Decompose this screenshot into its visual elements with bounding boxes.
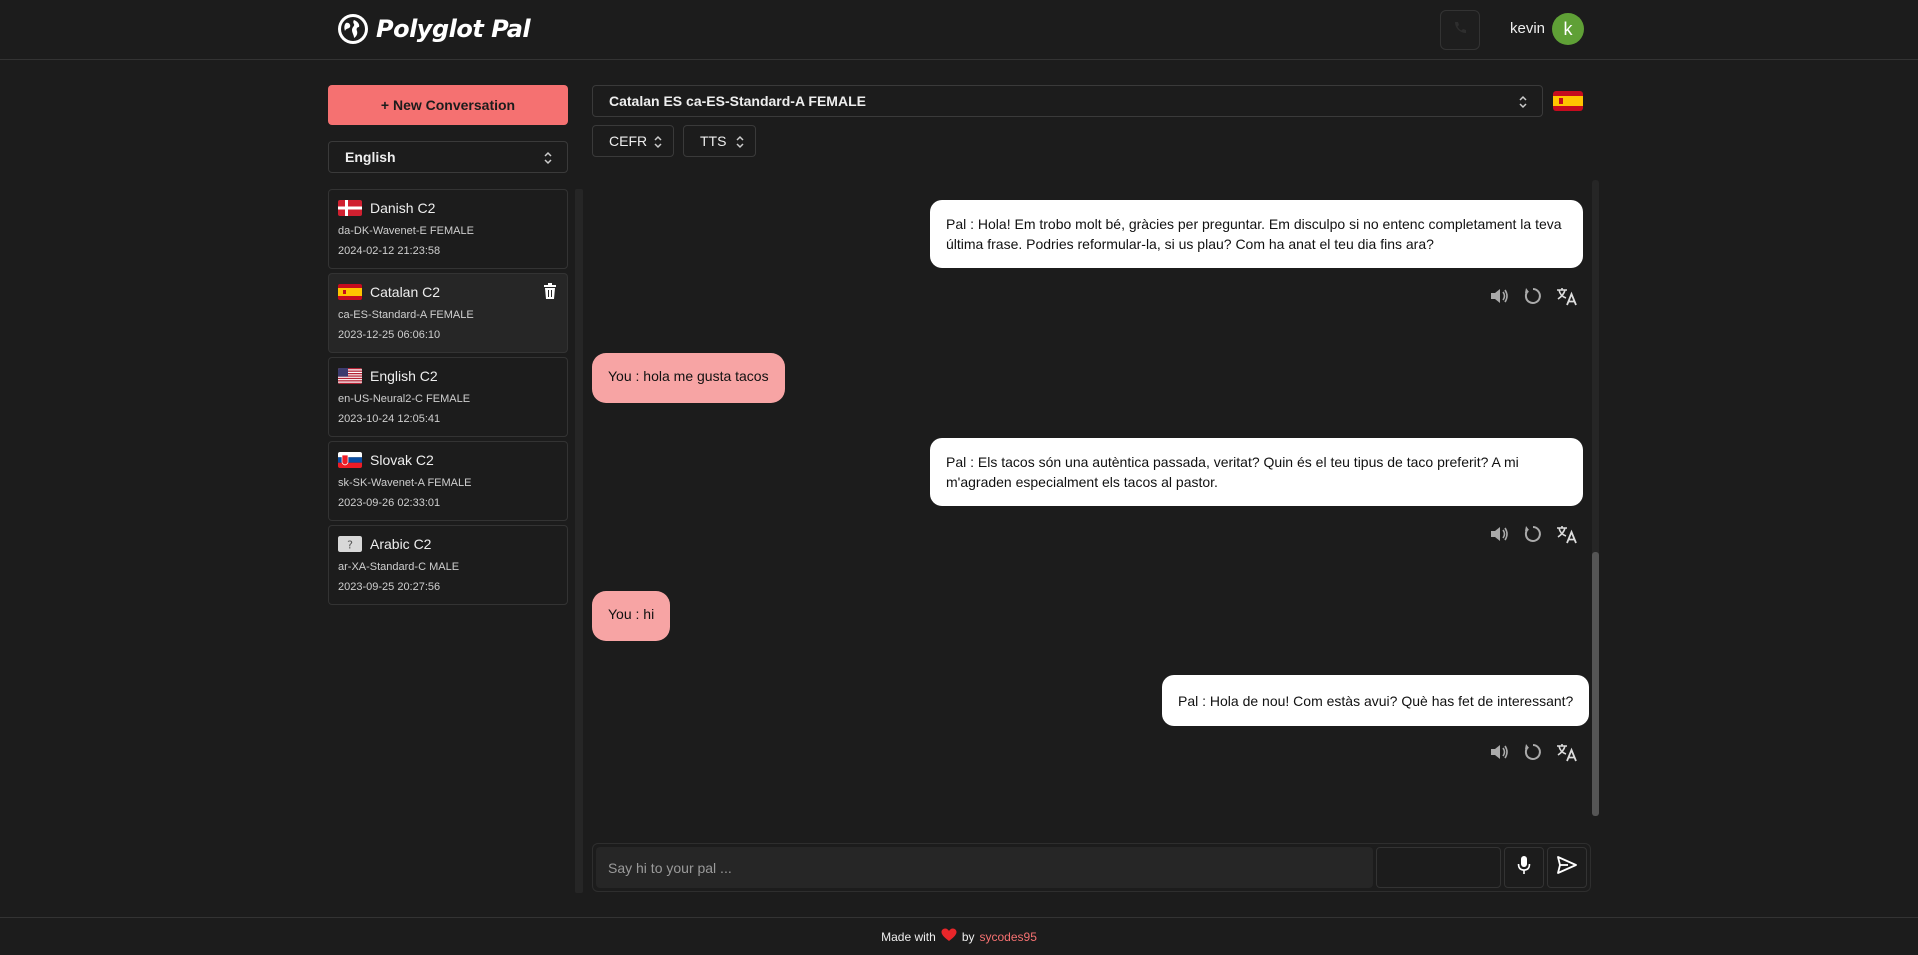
conversation-item[interactable]: Danish C2 da-DK-Wavenet-E FEMALE 2024-02… xyxy=(328,189,568,269)
conversation-voice: ca-ES-Standard-A FEMALE xyxy=(338,309,474,321)
new-conversation-button[interactable]: + New Conversation xyxy=(328,85,568,125)
username: kevin xyxy=(1510,20,1546,37)
conversation-date: 2023-09-26 02:33:01 xyxy=(338,497,441,509)
translate-icon[interactable] xyxy=(1556,285,1578,307)
conversation-date: 2024-02-12 21:23:58 xyxy=(338,245,441,257)
us-flag-icon xyxy=(338,368,362,384)
conversation-title: Slovak C2 xyxy=(370,452,434,468)
conversation-voice: da-DK-Wavenet-E FEMALE xyxy=(338,225,474,237)
heart-icon xyxy=(941,928,957,945)
conversation-list: Danish C2 da-DK-Wavenet-E FEMALE 2024-02… xyxy=(328,189,568,609)
conversation-date: 2023-10-24 12:05:41 xyxy=(338,413,441,425)
tts-select-value: TTS xyxy=(700,133,727,149)
conversation-voice: sk-SK-Wavenet-A FEMALE xyxy=(338,477,472,489)
conversation-title: Catalan C2 xyxy=(370,284,441,300)
slovakia-flag-icon xyxy=(338,452,362,468)
call-button[interactable] xyxy=(1440,10,1480,50)
chevron-updown-icon xyxy=(653,135,663,152)
avatar[interactable]: k xyxy=(1552,13,1584,45)
globe-icon xyxy=(338,14,368,44)
conversation-voice: ar-XA-Standard-C MALE xyxy=(338,561,460,573)
conversation-title: English C2 xyxy=(370,368,438,384)
phone-icon xyxy=(1452,20,1468,41)
user-message: You : hi xyxy=(592,591,671,641)
conversation-item-active[interactable]: Catalan C2 ca-ES-Standard-A FEMALE 2023-… xyxy=(328,273,568,353)
brand-logo[interactable]: Polyglot Pal xyxy=(338,12,531,46)
pal-message: Pal : Hola! Em trobo molt bé, gràcies pe… xyxy=(930,200,1583,268)
conversation-item[interactable]: English C2 en-US-Neural2-C FEMALE 2023-1… xyxy=(328,357,568,437)
conversation-date: 2023-09-25 20:27:56 xyxy=(338,581,441,593)
spain-flag-icon xyxy=(1553,91,1583,111)
conversation-voice: en-US-Neural2-C FEMALE xyxy=(338,393,471,405)
send-button[interactable] xyxy=(1547,847,1587,888)
mic-button[interactable] xyxy=(1504,847,1544,888)
trash-icon[interactable] xyxy=(543,283,557,299)
language-select[interactable]: English xyxy=(328,141,568,173)
conversation-title: Danish C2 xyxy=(370,200,436,216)
chevron-updown-icon xyxy=(543,151,553,168)
footer-made-with: Made with xyxy=(881,929,936,944)
chevron-updown-icon xyxy=(735,135,745,152)
footer-by: by xyxy=(961,929,975,944)
brand-name: Polyglot Pal xyxy=(376,15,531,43)
message-actions xyxy=(1488,285,1578,307)
voice-select[interactable]: Catalan ES ca-ES-Standard-A FEMALE xyxy=(592,85,1543,117)
sidebar-scrollbar[interactable] xyxy=(575,189,583,893)
message-input[interactable] xyxy=(596,847,1373,888)
conversation-date: 2023-12-25 06:06:10 xyxy=(338,329,441,341)
voice-select-value: Catalan ES ca-ES-Standard-A FEMALE xyxy=(609,93,866,109)
microphone-icon xyxy=(1517,855,1531,880)
user-message: You : hola me gusta tacos xyxy=(592,353,785,403)
message-actions xyxy=(1488,741,1578,763)
speaker-icon[interactable] xyxy=(1488,523,1510,545)
footer: Made with by sycodes95 xyxy=(0,917,1918,955)
regenerate-icon[interactable] xyxy=(1522,285,1544,307)
regenerate-icon[interactable] xyxy=(1522,523,1544,545)
author-link[interactable]: sycodes95 xyxy=(980,930,1037,944)
message-actions xyxy=(1488,523,1578,545)
translate-icon[interactable] xyxy=(1556,523,1578,545)
spain-flag-icon xyxy=(338,284,362,300)
speaker-icon[interactable] xyxy=(1488,285,1510,307)
chevron-updown-icon xyxy=(1518,95,1528,112)
conversation-title: Arabic C2 xyxy=(370,536,432,552)
cefr-select-value: CEFR xyxy=(609,133,648,149)
language-select-value: English xyxy=(345,149,396,165)
top-header: Polyglot Pal kevin k xyxy=(0,0,1918,60)
chat-scrollbar-thumb[interactable] xyxy=(1592,552,1599,816)
send-icon xyxy=(1557,856,1577,879)
conversation-item[interactable]: ? Arabic C2 ar-XA-Standard-C MALE 2023-0… xyxy=(328,525,568,605)
regenerate-icon[interactable] xyxy=(1522,741,1544,763)
speaker-icon[interactable] xyxy=(1488,741,1510,763)
composer-aux-box[interactable] xyxy=(1376,847,1501,888)
denmark-flag-icon xyxy=(338,200,362,216)
pal-message: Pal : Els tacos són una autèntica passad… xyxy=(930,438,1583,506)
conversation-item[interactable]: Slovak C2 sk-SK-Wavenet-A FEMALE 2023-09… xyxy=(328,441,568,521)
cefr-select[interactable]: CEFR xyxy=(592,125,674,157)
translate-icon[interactable] xyxy=(1556,741,1578,763)
pal-message: Pal : Hola de nou! Com estàs avui? Què h… xyxy=(1162,675,1590,726)
message-composer xyxy=(592,843,1591,892)
svg-text:?: ? xyxy=(347,539,353,552)
unknown-flag-icon: ? xyxy=(338,536,362,552)
tts-select[interactable]: TTS xyxy=(683,125,756,157)
